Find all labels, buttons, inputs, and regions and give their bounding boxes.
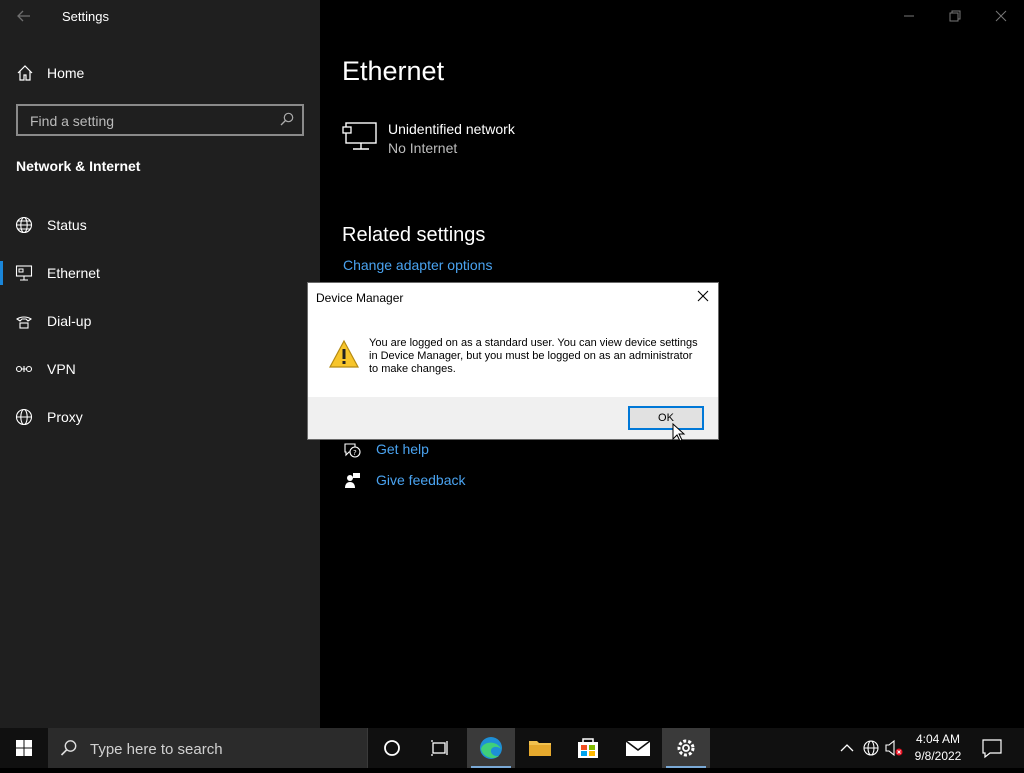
sidebar-item-label: Home	[47, 65, 85, 81]
restore-button[interactable]	[932, 0, 978, 32]
clock[interactable]: 4:04 AM 9/8/2022	[904, 731, 972, 765]
home-icon	[16, 64, 34, 82]
active-indicator	[0, 261, 3, 285]
action-center-notification-icon[interactable]	[980, 728, 1004, 768]
network-name[interactable]: Unidentified network	[388, 121, 515, 137]
cortana-button[interactable]	[368, 728, 416, 768]
warning-icon	[328, 339, 360, 369]
settings-sidebar: Settings Home Network & Internet Status …	[0, 0, 320, 728]
search-input[interactable]	[28, 110, 272, 132]
mouse-cursor-icon	[672, 422, 686, 443]
microsoft-store-button[interactable]	[564, 728, 612, 768]
clock-time: 4:04 AM	[915, 732, 961, 746]
sidebar-item-proxy[interactable]: Proxy	[0, 399, 320, 435]
dialog-footer: OK	[308, 397, 718, 439]
dialog-title: Device Manager	[316, 291, 404, 305]
svg-text:?: ?	[353, 449, 357, 457]
vpn-icon	[15, 360, 33, 378]
network-status: No Internet	[388, 140, 458, 156]
back-arrow-icon[interactable]	[14, 6, 34, 26]
link-label[interactable]: Get help	[376, 441, 429, 457]
link-label[interactable]: Give feedback	[376, 472, 466, 488]
sidebar-item-vpn[interactable]: VPN	[0, 351, 320, 387]
sidebar-item-status[interactable]: Status	[0, 207, 320, 243]
app-title: Settings	[62, 9, 109, 24]
taskbar-search-input[interactable]	[88, 738, 352, 760]
sidebar-item-label: VPN	[47, 361, 76, 377]
feedback-icon	[342, 471, 362, 491]
ethernet-network-icon	[342, 121, 380, 153]
ethernet-icon	[15, 264, 33, 282]
dialog-body: You are logged on as a standard user. Yo…	[308, 313, 718, 397]
start-button[interactable]	[0, 728, 48, 768]
globe-icon	[15, 216, 33, 234]
clock-date: 9/8/2022	[914, 749, 962, 763]
search-icon[interactable]	[280, 112, 294, 126]
sidebar-item-label: Dial-up	[47, 313, 92, 329]
task-view-button[interactable]	[416, 728, 464, 768]
find-setting-search[interactable]	[16, 104, 304, 136]
page-title: Ethernet	[342, 56, 445, 86]
sidebar-item-dial-up[interactable]: Dial-up	[0, 303, 320, 339]
network-globe-icon[interactable]	[861, 728, 881, 768]
taskbar: 4:04 AM 9/8/2022	[0, 728, 1024, 768]
search-icon	[60, 739, 78, 757]
ok-button[interactable]: OK	[628, 406, 704, 430]
volume-muted-icon[interactable]	[884, 728, 904, 768]
related-settings-heading: Related settings	[342, 224, 486, 246]
change-adapter-options-link[interactable]: Change adapter options	[343, 257, 492, 273]
section-title: Network & Internet	[16, 158, 141, 174]
settings-app-button[interactable]	[662, 728, 710, 768]
dialog-message: You are logged on as a standard user. Yo…	[369, 337, 698, 375]
file-explorer-button[interactable]	[516, 728, 564, 768]
taskbar-search-box[interactable]	[48, 728, 368, 768]
dialup-icon	[15, 312, 33, 330]
sidebar-item-label: Status	[47, 217, 87, 233]
sidebar-item-label: Proxy	[47, 409, 83, 425]
minimize-button[interactable]	[886, 0, 932, 32]
device-manager-dialog: Device Manager You are logged on as a st…	[307, 282, 719, 440]
edge-browser-button[interactable]	[467, 728, 515, 768]
globe-icon	[15, 408, 33, 426]
close-window-button[interactable]	[978, 0, 1024, 32]
close-icon[interactable]	[696, 289, 710, 303]
sidebar-item-ethernet[interactable]: Ethernet	[0, 255, 320, 291]
sidebar-item-label: Ethernet	[47, 265, 100, 281]
help-icon: ?	[342, 440, 362, 460]
show-hidden-icons-chevron-up-icon[interactable]	[838, 728, 856, 768]
sidebar-item-home[interactable]: Home	[0, 58, 320, 88]
mail-button[interactable]	[613, 728, 661, 768]
